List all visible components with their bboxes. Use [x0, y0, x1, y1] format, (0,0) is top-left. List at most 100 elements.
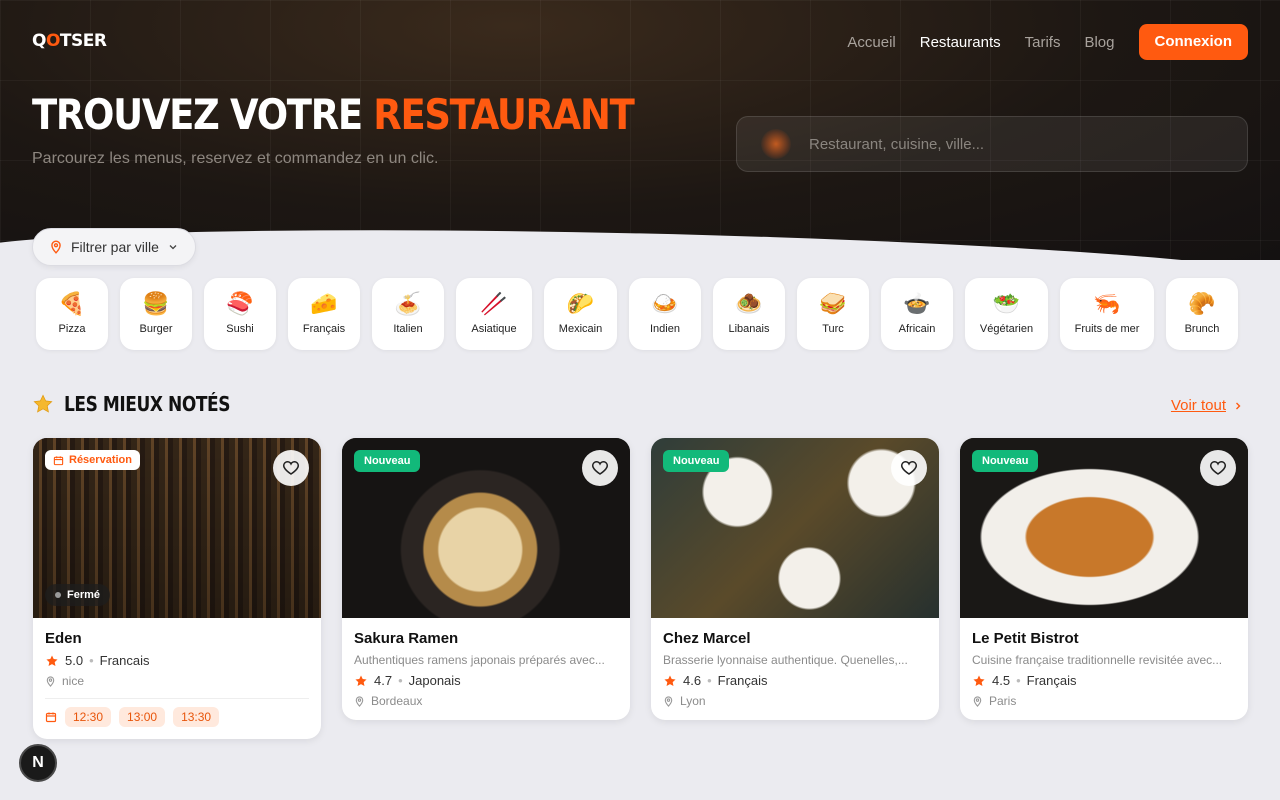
category-asiatique[interactable]: 🥢 Asiatique: [456, 278, 532, 350]
map-pin-icon: [355, 695, 364, 707]
hero-title-accent: RESTAURANT: [373, 90, 634, 139]
favorite-button[interactable]: [891, 450, 927, 486]
favorite-button[interactable]: [582, 450, 618, 486]
new-badge: Nouveau: [972, 450, 1039, 472]
sushi-icon: 🍣: [226, 292, 254, 317]
category-libanais[interactable]: 🧆 Libanais: [713, 278, 785, 350]
category-list: 🍕 Pizza 🍔 Burger 🍣 Sushi 🧀 Français 🍝 Italien…: [36, 278, 1238, 350]
restaurant-meta: 4.6 • Français: [663, 673, 927, 688]
search-bar[interactable]: [736, 116, 1248, 172]
rating-value: 4.7: [374, 673, 393, 688]
restaurant-image: Nouveau: [960, 438, 1248, 618]
rating-value: 4.5: [992, 673, 1011, 688]
floating-n-button[interactable]: N: [19, 744, 57, 782]
restaurant-name: Sakura Ramen: [354, 630, 459, 647]
croissant-icon: 🥐: [1188, 292, 1216, 317]
reservation-badge: Réservation: [45, 450, 140, 470]
rating-star-icon: [355, 674, 367, 686]
restaurant-meta: 4.5 • Français: [972, 673, 1236, 688]
restaurant-card[interactable]: Nouveau Chez Marcel Brasserie lyonnaise …: [651, 438, 939, 720]
login-button[interactable]: Connexion: [1138, 24, 1248, 60]
restaurant-name: Eden: [45, 630, 82, 647]
rating-value: 4.6: [683, 673, 702, 688]
chevron-down-icon: [169, 245, 177, 250]
cuisine-label: Français: [1026, 673, 1077, 688]
restaurant-meta: 5.0 • Francais: [45, 653, 309, 668]
cuisine-label: Francais: [99, 653, 150, 668]
rating-value: 5.0: [65, 653, 84, 668]
category-italien[interactable]: 🍝 Italien: [372, 278, 444, 350]
calendar-icon: [53, 455, 64, 465]
new-badge: Nouveau: [663, 450, 730, 472]
logo[interactable]: QOTSER: [32, 31, 107, 51]
restaurant-description: Cuisine française traditionnelle revisit…: [972, 653, 1223, 667]
new-badge: Nouveau: [354, 450, 421, 472]
restaurant-name: Le Petit Bistrot: [972, 630, 1079, 647]
heart-icon: [282, 460, 300, 475]
city-filter-label: Filtrer par ville: [71, 239, 159, 255]
restaurant-image: Nouveau: [342, 438, 630, 618]
category-brunch[interactable]: 🥐 Brunch: [1166, 278, 1238, 350]
category-sushi[interactable]: 🍣 Sushi: [204, 278, 276, 350]
restaurant-card[interactable]: Réservation Fermé Eden 5.0 • Francais nice…: [33, 438, 321, 739]
calendar-icon: [45, 712, 57, 723]
map-pin-icon: [973, 695, 982, 707]
burger-icon: 🍔: [142, 292, 170, 317]
restaurant-location: nice: [45, 674, 309, 688]
hero-subtitle: Parcourez les menus, reservez et command…: [32, 150, 439, 167]
flame-logo-mark: O: [45, 31, 60, 51]
see-all-link[interactable]: Voir tout: [1171, 397, 1244, 414]
shrimp-icon: 🦐: [1093, 292, 1121, 317]
heart-icon: [591, 460, 609, 475]
cuisine-label: Français: [717, 673, 768, 688]
rating-star-icon: [664, 674, 676, 686]
restaurant-image: Réservation Fermé: [33, 438, 321, 618]
map-pin-icon: [51, 240, 61, 254]
spaghetti-icon: 🍝: [394, 292, 422, 317]
restaurant-image: Nouveau: [651, 438, 939, 618]
nav-blog[interactable]: Blog: [1084, 34, 1114, 51]
restaurant-card[interactable]: Nouveau Sakura Ramen Authentiques ramens…: [342, 438, 630, 720]
restaurant-description: Brasserie lyonnaise authentique. Quenell…: [663, 653, 908, 667]
category-burger[interactable]: 🍔 Burger: [120, 278, 192, 350]
category-turc[interactable]: 🥪 Turc: [797, 278, 869, 350]
category-vegetarien[interactable]: 🥗 Végétarien: [965, 278, 1048, 350]
category-indien[interactable]: 🍛 Indien: [629, 278, 701, 350]
nav-tarifs[interactable]: Tarifs: [1025, 34, 1061, 51]
category-fruits-de-mer[interactable]: 🦐 Fruits de mer: [1060, 278, 1154, 350]
time-slots: 12:30 13:00 13:30: [45, 698, 309, 727]
salad-icon: 🥗: [992, 292, 1021, 317]
time-slot-button[interactable]: 13:00: [119, 707, 166, 727]
restaurant-description: Authentiques ramens japonais préparés av…: [354, 653, 605, 667]
category-mexicain[interactable]: 🌮 Mexicain: [544, 278, 617, 350]
category-africain[interactable]: 🍲 Africain: [881, 278, 953, 350]
status-badge: Fermé: [45, 584, 111, 606]
pizza-icon: 🍕: [58, 292, 86, 317]
star-icon: [33, 394, 53, 413]
category-pizza[interactable]: 🍕 Pizza: [36, 278, 108, 350]
search-input[interactable]: [809, 135, 1229, 153]
restaurant-location: Bordeaux: [354, 694, 618, 708]
curry-icon: 🍛: [651, 292, 679, 317]
restaurant-card[interactable]: Nouveau Le Petit Bistrot Cuisine françai…: [960, 438, 1248, 720]
cheese-icon: 🧀: [310, 292, 338, 317]
map-pin-icon: [46, 675, 55, 687]
category-francais[interactable]: 🧀 Français: [288, 278, 360, 350]
rating-star-icon: [46, 654, 58, 666]
time-slot-button[interactable]: 12:30: [65, 707, 112, 727]
chevron-right-icon: [1236, 402, 1241, 409]
favorite-button[interactable]: [273, 450, 309, 486]
time-slot-button[interactable]: 13:30: [173, 707, 220, 727]
restaurant-name: Chez Marcel: [663, 630, 751, 647]
favorite-button[interactable]: [1200, 450, 1236, 486]
top-nav: Accueil Restaurants Tarifs Blog Connexio…: [847, 24, 1248, 60]
city-filter-dropdown[interactable]: Filtrer par ville: [32, 228, 196, 266]
cuisine-label: Japonais: [408, 673, 461, 688]
stew-icon: 🍲: [903, 292, 931, 317]
rating-star-icon: [973, 674, 985, 686]
restaurant-meta: 4.7 • Japonais: [354, 673, 618, 688]
restaurant-location: Lyon: [663, 694, 927, 708]
nav-restaurants[interactable]: Restaurants: [920, 34, 1001, 51]
restaurant-location: Paris: [972, 694, 1236, 708]
nav-accueil[interactable]: Accueil: [847, 34, 895, 51]
